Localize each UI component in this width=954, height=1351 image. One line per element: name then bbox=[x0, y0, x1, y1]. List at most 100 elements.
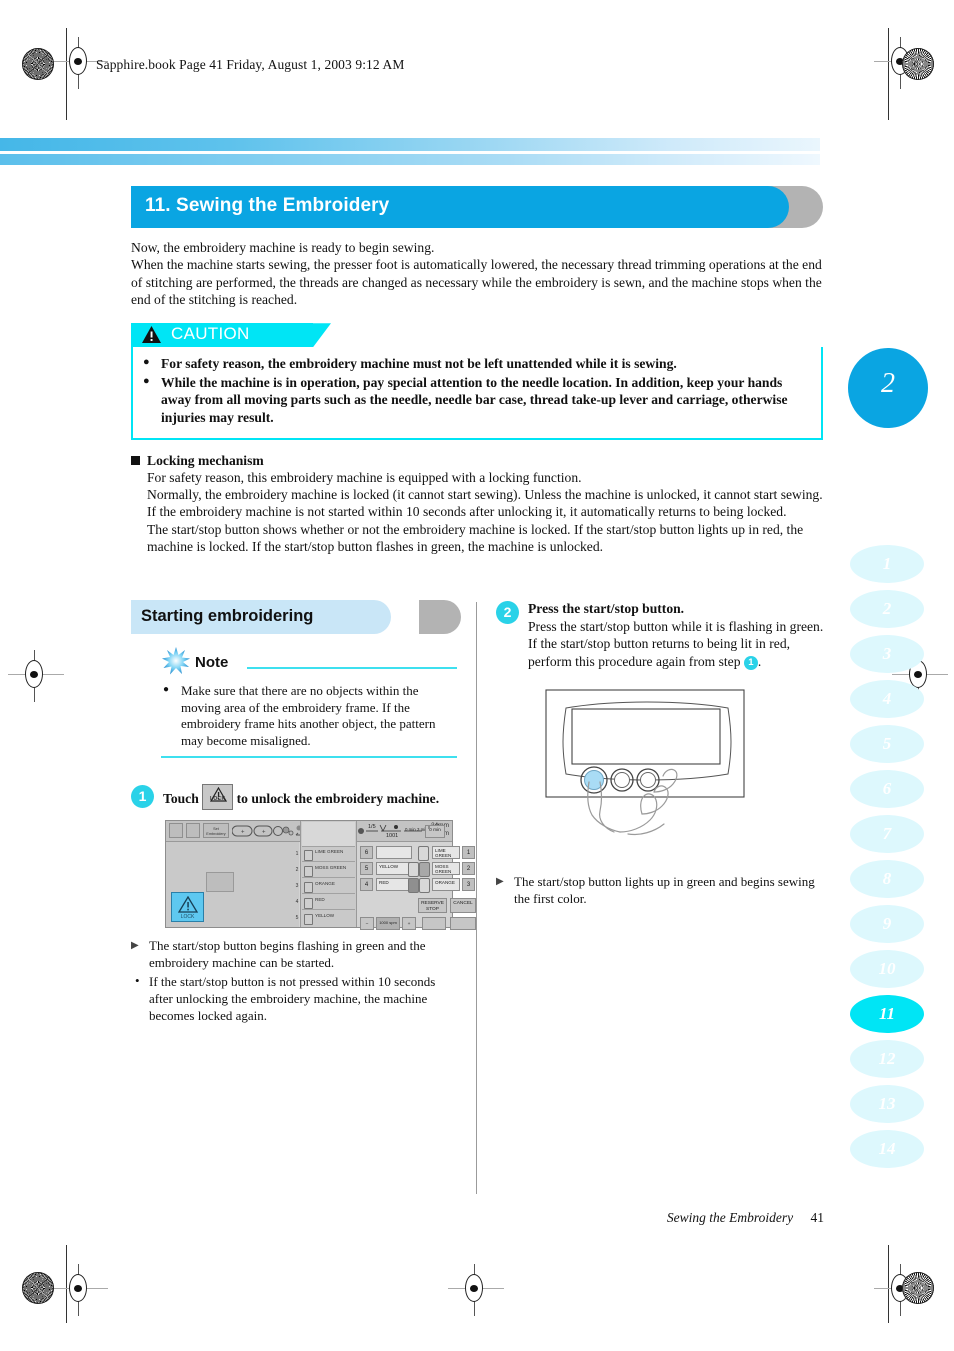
step-2-step-reference: 1 bbox=[743, 655, 758, 670]
locking-mechanism-body: For safety reason, this embroidery machi… bbox=[147, 469, 823, 556]
lcd-stitch-fraction: 1/5 bbox=[368, 824, 376, 831]
starting-embroidering-bar: Starting embroidering bbox=[131, 600, 461, 634]
step-2-body-period: . bbox=[757, 653, 762, 669]
lcd-tool-list-icon[interactable] bbox=[169, 823, 183, 839]
subbar-notch bbox=[405, 600, 419, 634]
registration-mark-middle-left bbox=[8, 650, 64, 702]
color-rosette-bottom-left bbox=[22, 1272, 54, 1304]
lcd-tool-presser-icon[interactable] bbox=[186, 823, 200, 839]
note-rule-bottom bbox=[161, 756, 457, 759]
step-2-title: Press the start/stop button. bbox=[528, 601, 685, 616]
lcd-needle-number[interactable]: 4 bbox=[360, 878, 373, 892]
chapter-tab-6[interactable]: 6 bbox=[850, 770, 924, 808]
lcd-needle-number[interactable]: 5 bbox=[360, 862, 373, 876]
lcd-lock-button[interactable]: LOCK bbox=[171, 892, 204, 923]
svg-text:+: + bbox=[262, 830, 266, 836]
chapter-tab-label: 14 bbox=[878, 1139, 896, 1158]
lcd-color-swatch-label: ORANGE bbox=[315, 881, 335, 887]
chapter-tab-3[interactable]: 3 bbox=[850, 635, 924, 673]
lcd-thread-tension-button[interactable] bbox=[428, 825, 430, 830]
lcd-color-swatch-label: RED bbox=[315, 897, 325, 903]
step-1-number: 1 bbox=[131, 785, 154, 809]
two-column-area: Starting embroidering Note ● Make sure t… bbox=[131, 600, 831, 1200]
chapter-tab-4[interactable]: 4 bbox=[850, 680, 924, 718]
lcd-plus-label: + bbox=[407, 922, 411, 928]
color-rosette-bottom-right bbox=[902, 1272, 934, 1304]
caution-list: For safety reason, the embroidery machin… bbox=[143, 354, 811, 426]
lcd-speed-plus-button[interactable]: + bbox=[402, 917, 416, 931]
lcd-frame-selector-icons[interactable]: + + bbox=[231, 824, 310, 843]
bobbin-icon bbox=[418, 846, 429, 862]
lock-key-icon[interactable]: LOCK bbox=[202, 784, 234, 811]
lcd-bar-color[interactable]: LIME GREEN bbox=[432, 846, 460, 860]
lcd-color-swatch[interactable]: MOSS GREEN bbox=[302, 863, 355, 879]
step-2-body-text: Press the start/stop button while it is … bbox=[528, 618, 824, 669]
lcd-stitch-adjust-button[interactable] bbox=[450, 917, 476, 931]
footer-page-number: 41 bbox=[810, 1210, 825, 1225]
decorative-bar-lower bbox=[0, 154, 820, 165]
chapter-tab-10[interactable]: 10 bbox=[850, 950, 924, 988]
chapter-tab-label: 1 bbox=[882, 554, 892, 573]
caution-tab-slant bbox=[313, 323, 331, 348]
chapter-tab-8[interactable]: 8 bbox=[850, 860, 924, 898]
lcd-row-index: 3 bbox=[295, 883, 299, 890]
chapter-tab-label: 8 bbox=[882, 869, 892, 888]
lcd-lock-button-label: LOCK bbox=[180, 914, 195, 921]
lcd-bar-number[interactable]: 1 bbox=[462, 846, 475, 860]
caution-tab: CAUTION bbox=[131, 323, 823, 348]
page-footer: Sewing the Embroidery 41 bbox=[0, 1210, 954, 1226]
chapter-tab-9[interactable]: 9 bbox=[850, 905, 924, 943]
lcd-color-swatch[interactable]: ORANGE bbox=[302, 879, 355, 895]
lcd-tool-set-embroidery-label: Set Embroidery bbox=[206, 827, 226, 836]
chapter-tab-2[interactable]: 2 bbox=[850, 590, 924, 628]
lcd-pattern-thumbnail bbox=[206, 872, 234, 893]
caution-item: For safety reason, the embroidery machin… bbox=[143, 354, 811, 373]
step-1-result: The start/stop button begins flashing in… bbox=[131, 938, 461, 972]
lcd-thread-name[interactable]: YELLOW bbox=[376, 862, 412, 876]
lcd-bar-color[interactable]: MOSS GREEN bbox=[432, 862, 460, 876]
intro-line-2: When the machine starts sewing, the pres… bbox=[131, 257, 822, 307]
chapter-tab-1[interactable]: 1 bbox=[850, 545, 924, 583]
chapter-tab-11[interactable]: 11 bbox=[850, 995, 924, 1033]
lcd-color-swatch[interactable]: LIME GREEN bbox=[302, 847, 355, 863]
registration-mark-bottom-left bbox=[52, 1264, 108, 1316]
chapter-tab-7[interactable]: 7 bbox=[850, 815, 924, 853]
chapter-tab-12[interactable]: 12 bbox=[850, 1040, 924, 1078]
lcd-thread-name[interactable]: RED bbox=[376, 878, 412, 892]
lcd-needle-thread-button[interactable] bbox=[422, 917, 446, 931]
lcd-reserve-stop-button[interactable]: RESERVE STOP bbox=[418, 898, 447, 914]
chapter-tab-14[interactable]: 14 bbox=[850, 1130, 924, 1168]
spool-icon bbox=[304, 866, 313, 878]
lcd-time-b: 0 min bbox=[429, 828, 441, 834]
chapter-tab-5[interactable]: 5 bbox=[850, 725, 924, 763]
step-2-result: The start/stop button lights up in green… bbox=[496, 874, 826, 908]
registration-mark-top-left bbox=[52, 37, 108, 89]
lcd-minus-label: − bbox=[365, 922, 369, 928]
lcd-stitch-count: 1001 bbox=[386, 833, 399, 840]
chapter-tab-13[interactable]: 13 bbox=[850, 1085, 924, 1123]
lcd-thread-name[interactable] bbox=[376, 846, 412, 860]
lcd-speed-label: 1000 spm bbox=[379, 920, 397, 926]
lcd-cancel-button[interactable]: CANCEL bbox=[450, 898, 476, 914]
lcd-bar-number[interactable]: 2 bbox=[462, 862, 475, 876]
lcd-color-swatch-label: YELLOW bbox=[315, 913, 335, 919]
step-1-results: The start/stop button begins flashing in… bbox=[131, 938, 461, 1024]
intro-line-1: Now, the embroidery machine is ready to … bbox=[131, 240, 435, 255]
lcd-color-swatch[interactable]: RED bbox=[302, 895, 355, 911]
chapter-badge-number: 2 bbox=[881, 368, 895, 399]
chapter-tab-label: 3 bbox=[882, 644, 892, 663]
lcd-needle-bar-panel: 6 LIME GREEN 1 5 YELLOW MOSS GREEN 2 4 R… bbox=[356, 842, 476, 931]
locking-paragraph-1: For safety reason, this embroidery machi… bbox=[147, 469, 582, 485]
chapter-tab-label: 2 bbox=[882, 599, 892, 618]
spool-icon bbox=[304, 882, 313, 894]
lcd-needle-number[interactable]: 6 bbox=[360, 846, 373, 860]
lcd-speed-minus-button[interactable]: − bbox=[360, 917, 374, 931]
locking-paragraph-3: The start/stop button shows whether or n… bbox=[147, 521, 804, 555]
lcd-preview-pane: LOCK bbox=[166, 842, 299, 928]
lcd-color-swatch[interactable]: YELLOW bbox=[302, 911, 355, 926]
step-2: 2 Press the start/stop button. Press the… bbox=[496, 600, 826, 670]
lcd-tool-set-embroidery-button[interactable]: Set Embroidery bbox=[203, 823, 229, 839]
locking-paragraph-2: Normally, the embroidery machine is lock… bbox=[147, 486, 823, 520]
lcd-bar-color[interactable]: ORANGE bbox=[432, 878, 460, 892]
lcd-bar-number[interactable]: 3 bbox=[462, 878, 475, 892]
